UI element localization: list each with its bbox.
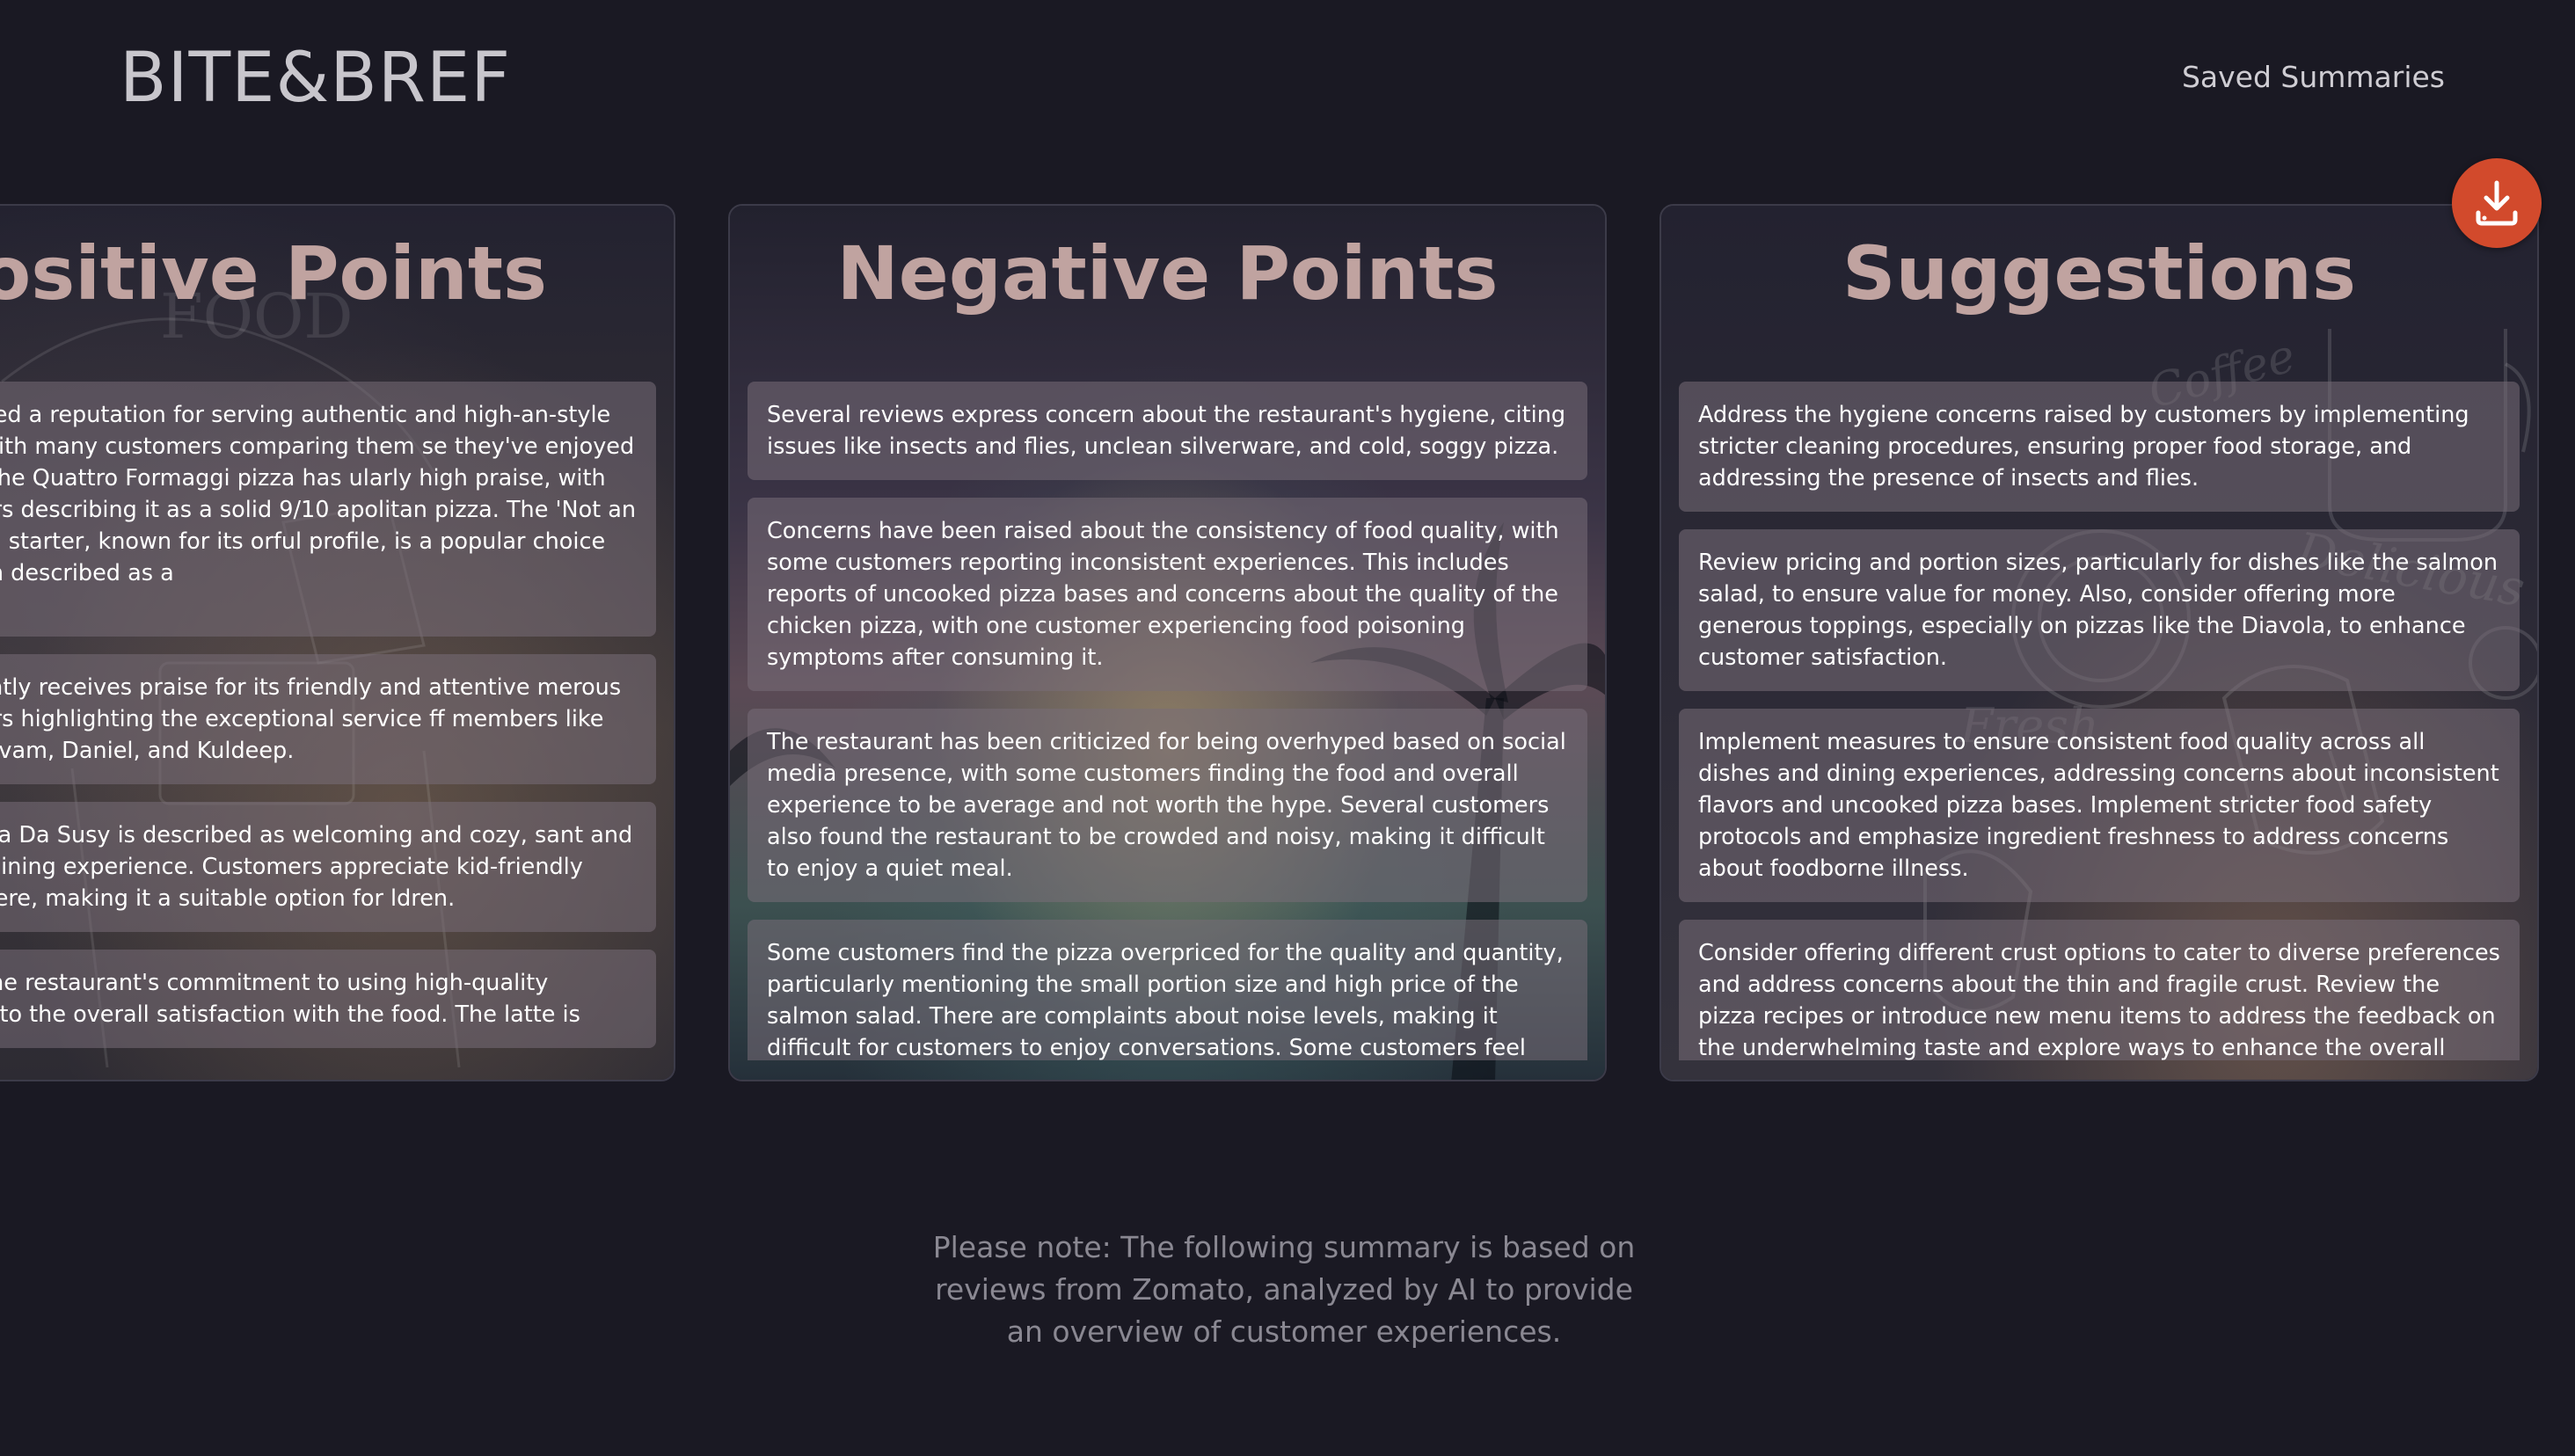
suggestion-item: Implement measures to ensure consistent … — [1679, 709, 2520, 902]
suggestions-title: Suggestions — [1842, 230, 2356, 317]
brand-logo[interactable]: BITE&BREF — [120, 39, 511, 118]
suggestions-list[interactable]: Address the hygiene concerns raised by c… — [1679, 382, 2520, 1060]
positive-item: has earned a reputation for serving auth… — [0, 382, 656, 637]
disclaimer-note: Please note: The following summary is ba… — [932, 1230, 1636, 1349]
positive-points-title: Positive Points — [0, 230, 547, 317]
download-button[interactable] — [2452, 158, 2542, 248]
negative-item: Several reviews express concern about th… — [748, 382, 1587, 480]
suggestion-item: Address the hygiene concerns raised by c… — [1679, 382, 2520, 512]
negative-item: The restaurant has been criticized for b… — [748, 709, 1587, 902]
negative-points-card: Negative Points Several reviews express … — [728, 204, 1607, 1081]
negative-item: Some customers find the pizza overpriced… — [748, 920, 1587, 1060]
top-bar: BITE&BREF Saved Summaries — [0, 0, 2575, 158]
suggestion-item: Review pricing and portion sizes, partic… — [1679, 529, 2520, 691]
download-icon — [2476, 180, 2518, 226]
positive-item: consistently receives praise for its fri… — [0, 654, 656, 784]
saved-summaries-link[interactable]: Saved Summaries — [2182, 60, 2445, 94]
suggestions-card: Delicious Fresh Coffee Suggestions Addre… — [1660, 204, 2539, 1081]
negative-points-title: Negative Points — [836, 230, 1499, 317]
suggestion-item: Consider offering different crust option… — [1679, 920, 2520, 1060]
positive-item: at Pizzeria Da Susy is described as welc… — [0, 802, 656, 932]
positive-points-card: FOOD Positive Points has earned a reputa… — [0, 204, 675, 1081]
negative-points-list[interactable]: Several reviews express concern about th… — [748, 382, 1587, 1060]
positive-points-list[interactable]: has earned a reputation for serving auth… — [0, 382, 656, 1060]
positive-item: reciate the restaurant's commitment to u… — [0, 950, 656, 1048]
negative-item: Concerns have been raised about the cons… — [748, 498, 1587, 691]
